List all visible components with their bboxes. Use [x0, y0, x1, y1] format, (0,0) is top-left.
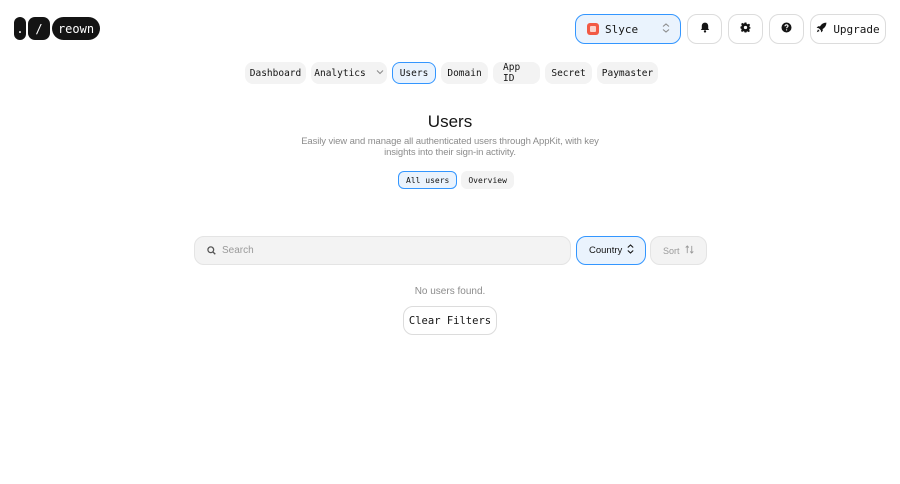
- chevron-up-down-icon: [662, 23, 670, 35]
- tab-secret[interactable]: Secret: [545, 62, 592, 84]
- sort-arrows-icon: [685, 245, 694, 256]
- country-filter[interactable]: Country: [576, 236, 646, 265]
- section-tabs: Dashboard Analytics Users Domain App ID …: [245, 62, 658, 84]
- logo-segment-wordmark: reown: [52, 17, 100, 40]
- rocket-icon: [816, 22, 827, 36]
- tab-dashboard[interactable]: Dashboard: [245, 62, 306, 84]
- search-input[interactable]: [222, 245, 542, 256]
- tab-analytics[interactable]: Analytics: [311, 62, 387, 84]
- tab-label: Secret: [551, 67, 586, 79]
- reown-logo[interactable]: . / reown: [14, 17, 100, 40]
- sort-button[interactable]: Sort: [650, 236, 707, 265]
- tab-label: Dashboard: [249, 67, 302, 79]
- tab-label: App ID: [503, 62, 521, 84]
- view-toggle: All users Overview: [398, 171, 514, 189]
- help-icon: [781, 20, 792, 38]
- notifications-button[interactable]: [687, 14, 722, 44]
- search-field[interactable]: [194, 236, 571, 265]
- clear-filters-button[interactable]: Clear Filters: [403, 306, 497, 335]
- project-name: Slyce: [605, 22, 639, 36]
- tab-label: Analytics: [314, 67, 366, 79]
- page-description: Easily view and manage all authenticated…: [301, 136, 599, 158]
- settings-button[interactable]: [728, 14, 763, 44]
- chevron-up-down-icon: [627, 244, 634, 257]
- tab-label: Users: [399, 67, 429, 79]
- chevron-down-icon: [376, 68, 384, 78]
- tab-label: Paymaster: [601, 67, 654, 79]
- project-avatar: [587, 23, 599, 35]
- tab-users[interactable]: Users: [392, 62, 436, 84]
- logo-segment-dot: .: [14, 17, 26, 40]
- country-filter-label: Country: [589, 245, 623, 256]
- all-users-toggle[interactable]: All users: [398, 171, 458, 189]
- top-bar: Slyce Upgrade: [575, 14, 886, 44]
- project-selector[interactable]: Slyce: [575, 14, 681, 44]
- page-title: Users: [427, 112, 473, 131]
- upgrade-label: Upgrade: [833, 22, 880, 36]
- logo-segment-slash: /: [28, 17, 50, 40]
- bell-icon: [700, 20, 710, 38]
- help-button[interactable]: [769, 14, 804, 44]
- tab-domain[interactable]: Domain: [441, 62, 488, 84]
- tab-label: Domain: [447, 67, 482, 79]
- overview-toggle[interactable]: Overview: [461, 171, 514, 189]
- sort-label: Sort: [663, 245, 680, 256]
- upgrade-button[interactable]: Upgrade: [810, 14, 886, 44]
- gear-icon: [740, 20, 751, 38]
- search-icon: [207, 242, 216, 260]
- tab-app-id[interactable]: App ID: [493, 62, 540, 84]
- empty-state-message: No users found.: [414, 286, 486, 297]
- tab-paymaster[interactable]: Paymaster: [597, 62, 658, 84]
